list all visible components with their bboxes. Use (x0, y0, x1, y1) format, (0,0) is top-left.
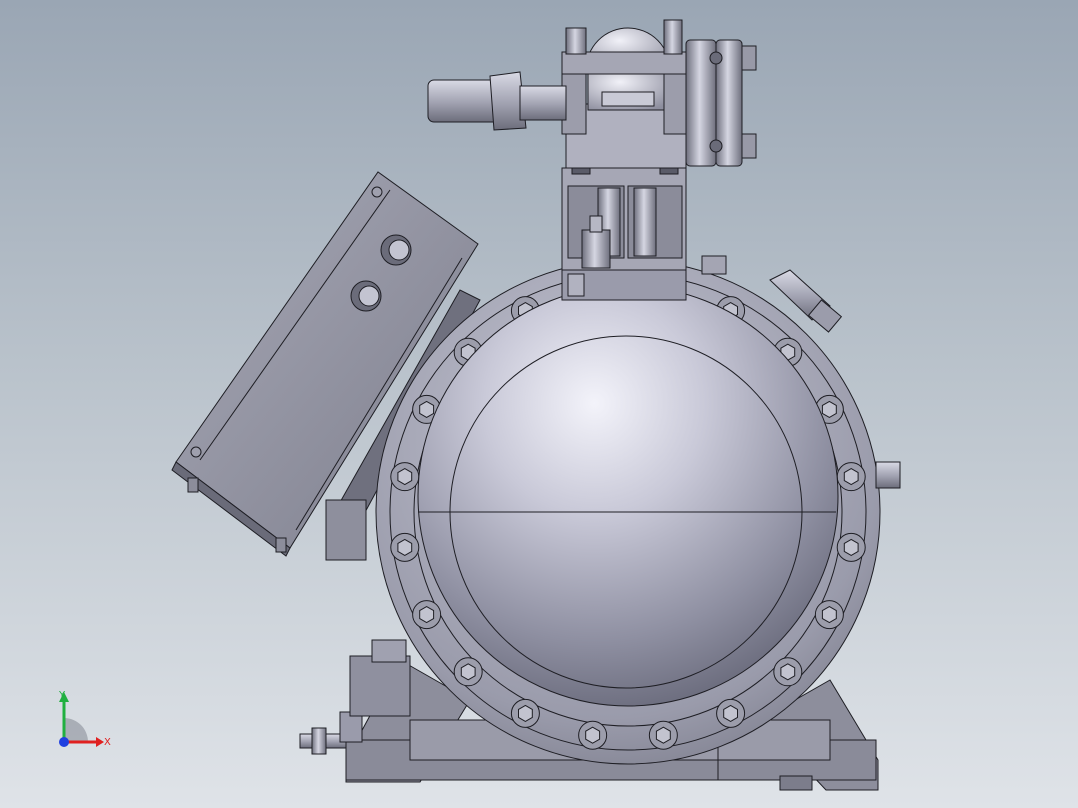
flange-bolt (716, 698, 746, 728)
x-arrow-icon (96, 737, 104, 747)
flange-bolt (412, 600, 442, 630)
flange-bolt (836, 462, 866, 492)
outlet-flange-plate[interactable] (685, 39, 757, 167)
discharge-valve-assembly[interactable] (561, 19, 689, 301)
flange-bolt (814, 600, 844, 630)
flange-bolt (648, 720, 678, 750)
flange-bolt (773, 657, 803, 687)
flange-bolt (390, 462, 420, 492)
x-axis-label: X (104, 737, 111, 748)
z-axis-icon (59, 737, 69, 747)
flange-bolt (510, 698, 540, 728)
suction-pipe[interactable] (427, 71, 567, 131)
end-cover-dome[interactable] (417, 285, 839, 707)
y-axis-label: Y (58, 690, 66, 701)
compressor-model[interactable] (0, 0, 1078, 808)
flange-bolt (390, 532, 420, 562)
flange-bolt (836, 532, 866, 562)
flange-bolt (453, 657, 483, 687)
graphics-viewport[interactable]: Y X (0, 0, 1078, 808)
coordinate-triad: Y X (58, 690, 111, 748)
flange-bolt (578, 720, 608, 750)
